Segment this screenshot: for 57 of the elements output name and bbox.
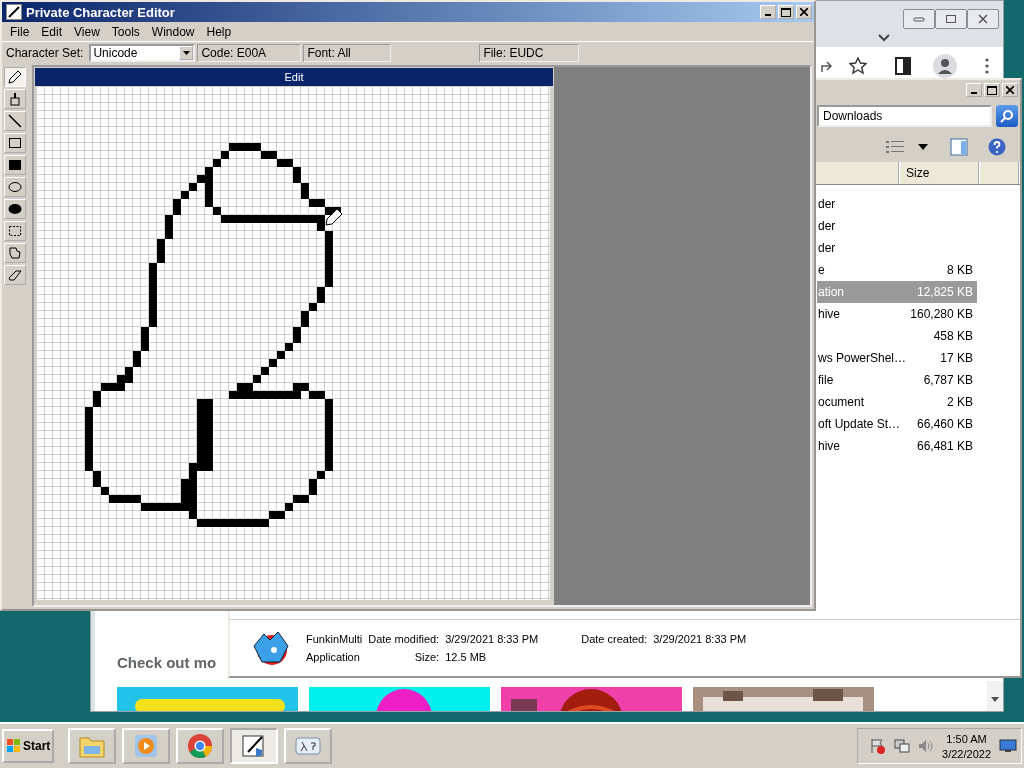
file-type: der bbox=[818, 241, 837, 255]
file-row[interactable]: file 6,787 KB bbox=[817, 369, 977, 391]
window-title: Private Character Editor bbox=[26, 4, 175, 20]
file-type: ation bbox=[818, 285, 846, 299]
menu-item[interactable]: Edit bbox=[35, 24, 69, 39]
address-field[interactable]: Downloads bbox=[817, 105, 992, 127]
field-value: 3/29/2021 8:33 PM bbox=[445, 633, 540, 645]
file-type: der bbox=[818, 219, 837, 233]
file-type: ocument bbox=[818, 395, 866, 409]
file-row[interactable]: der bbox=[817, 215, 977, 237]
file-row[interactable]: ws PowerShel… 17 KB bbox=[817, 347, 977, 369]
field-value: 3/29/2021 8:33 PM bbox=[653, 633, 747, 645]
field-label: Size: bbox=[413, 651, 440, 663]
field-label: Character Set: bbox=[6, 45, 84, 60]
file-type: der bbox=[818, 197, 837, 211]
file-type: ws PowerShel… bbox=[818, 351, 908, 365]
file-type: file bbox=[818, 373, 835, 387]
file-type: Application bbox=[306, 651, 361, 663]
file-size: 66,460 KB bbox=[916, 417, 974, 431]
character-set-dropdown[interactable]: Unicode bbox=[89, 43, 196, 62]
file-row[interactable]: hive 160,280 KB bbox=[817, 303, 977, 325]
file-name: FunkinMulti bbox=[306, 633, 363, 645]
info-field: Font: All bbox=[303, 43, 392, 62]
file-size: 160,280 KB bbox=[910, 307, 974, 321]
menu-item[interactable]: Window bbox=[145, 24, 201, 39]
menu-item[interactable]: Help bbox=[200, 24, 238, 39]
field-label: Date created: bbox=[581, 633, 648, 645]
file-size: 458 KB bbox=[933, 329, 974, 343]
start-button[interactable]: Start bbox=[2, 729, 54, 763]
file-size: 12,825 KB bbox=[916, 285, 974, 299]
file-size: 2 KB bbox=[947, 395, 974, 409]
file-size: 8 KB bbox=[947, 263, 974, 277]
file-row[interactable]: 458 KB bbox=[817, 325, 977, 347]
file-row[interactable]: der bbox=[817, 237, 977, 259]
menu-item[interactable]: File bbox=[4, 24, 36, 39]
menu-item[interactable]: Tools bbox=[105, 24, 146, 39]
clock-date: 3/22/2022 bbox=[942, 747, 991, 760]
menu-item[interactable]: View bbox=[68, 24, 106, 39]
clock-time: 1:50 AM bbox=[946, 732, 987, 745]
file-size: 6,787 KB bbox=[923, 373, 974, 387]
file-row[interactable]: e 8 KB bbox=[817, 259, 977, 281]
file-type: hive bbox=[818, 439, 841, 453]
info-field: Code: E00A bbox=[197, 43, 302, 62]
info-field: File: EUDC bbox=[479, 43, 580, 62]
file-type: hive bbox=[818, 307, 841, 321]
file-type: e bbox=[818, 263, 826, 277]
file-type: oft Update St… bbox=[818, 417, 902, 431]
section-heading: Check out mo bbox=[117, 654, 217, 671]
file-row[interactable]: der bbox=[817, 193, 977, 215]
field-label: Date modified: bbox=[368, 633, 440, 645]
file-row[interactable]: oft Update St… 66,460 KB bbox=[817, 413, 977, 435]
file-size: 66,481 KB bbox=[916, 439, 974, 453]
file-size: 17 KB bbox=[940, 351, 974, 365]
file-row[interactable]: ocument 2 KB bbox=[817, 391, 977, 413]
edit-title: Edit bbox=[35, 68, 553, 86]
field-value: 12.5 MB bbox=[445, 651, 488, 663]
file-row[interactable]: hive 66,481 KB bbox=[817, 435, 977, 457]
